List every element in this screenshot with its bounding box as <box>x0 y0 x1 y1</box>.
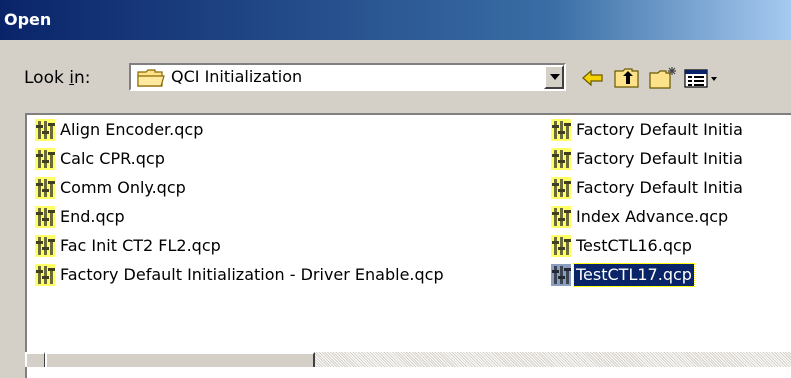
horizontal-scrollbar[interactable] <box>25 352 791 367</box>
qcp-file-icon <box>551 148 571 170</box>
file-name: End.qcp <box>60 206 125 226</box>
new-folder-button[interactable] <box>648 65 678 91</box>
qcp-file-icon <box>551 177 571 199</box>
file-name: Calc CPR.qcp <box>60 148 165 168</box>
file-name: TestCTL16.qcp <box>576 235 692 255</box>
qcp-file-icon <box>551 119 571 141</box>
up-one-level-button[interactable] <box>613 65 643 91</box>
look-in-hotkey: i <box>69 68 74 88</box>
file-name: Factory Default Initia <box>576 177 743 197</box>
file-name: Fac Init CT2 FL2.qcp <box>60 235 221 255</box>
back-arrow-icon <box>582 69 603 87</box>
qcp-file-icon <box>35 148 55 170</box>
new-folder-icon <box>649 67 676 89</box>
file-column-2: Factory Default Initia Factory Default I… <box>551 115 745 289</box>
file-name: Align Encoder.qcp <box>60 119 204 139</box>
file-column-1: Align Encoder.qcp Calc CPR.qcp Comm Only… <box>35 115 446 289</box>
back-button[interactable] <box>580 65 610 91</box>
file-item[interactable]: Comm Only.qcp <box>35 173 446 202</box>
look-in-label: Look in: <box>24 68 91 88</box>
qcp-file-icon <box>35 119 55 141</box>
qcp-file-icon <box>35 235 55 257</box>
look-in-value: QCI Initialization <box>171 67 303 86</box>
qcp-file-icon <box>35 177 55 199</box>
qcp-file-icon <box>551 264 571 286</box>
file-item[interactable]: Index Advance.qcp <box>551 202 745 231</box>
file-item[interactable]: Fac Init CT2 FL2.qcp <box>35 231 446 260</box>
qcp-file-icon <box>35 264 55 286</box>
file-item[interactable]: Factory Default Initia <box>551 115 745 144</box>
up-one-level-icon <box>614 68 639 88</box>
file-name: Factory Default Initia <box>576 148 743 168</box>
look-in-dropdown-button[interactable] <box>544 65 564 89</box>
qcp-file-icon <box>35 206 55 228</box>
scroll-left-button[interactable] <box>25 352 45 367</box>
view-menu-icon <box>684 69 717 88</box>
dialog-title: Open <box>4 10 52 29</box>
file-item[interactable]: Factory Default Initia <box>551 144 745 173</box>
file-name: Index Advance.qcp <box>576 206 729 226</box>
qcp-file-icon <box>551 206 571 228</box>
file-name: Factory Default Initialization - Driver … <box>60 264 444 284</box>
look-in-combobox[interactable]: QCI Initialization <box>129 63 566 91</box>
file-name: TestCTL17.qcp <box>573 262 695 287</box>
folder-icon <box>137 68 165 92</box>
file-name: Comm Only.qcp <box>60 177 186 197</box>
view-menu-button[interactable] <box>683 65 723 91</box>
chevron-down-icon <box>550 74 560 80</box>
file-item[interactable]: Calc CPR.qcp <box>35 144 446 173</box>
qcp-file-icon <box>551 235 571 257</box>
scroll-thumb[interactable] <box>45 352 315 367</box>
file-item-selected[interactable]: TestCTL17.qcp <box>551 260 745 289</box>
file-item[interactable]: Factory Default Initialization - Driver … <box>35 260 446 289</box>
file-item[interactable]: TestCTL16.qcp <box>551 231 745 260</box>
file-list[interactable]: Align Encoder.qcp Calc CPR.qcp Comm Only… <box>25 113 791 378</box>
title-bar[interactable]: Open <box>0 0 791 40</box>
file-name: Factory Default Initia <box>576 119 743 139</box>
file-item[interactable]: End.qcp <box>35 202 446 231</box>
file-item[interactable]: Align Encoder.qcp <box>35 115 446 144</box>
file-item[interactable]: Factory Default Initia <box>551 173 745 202</box>
